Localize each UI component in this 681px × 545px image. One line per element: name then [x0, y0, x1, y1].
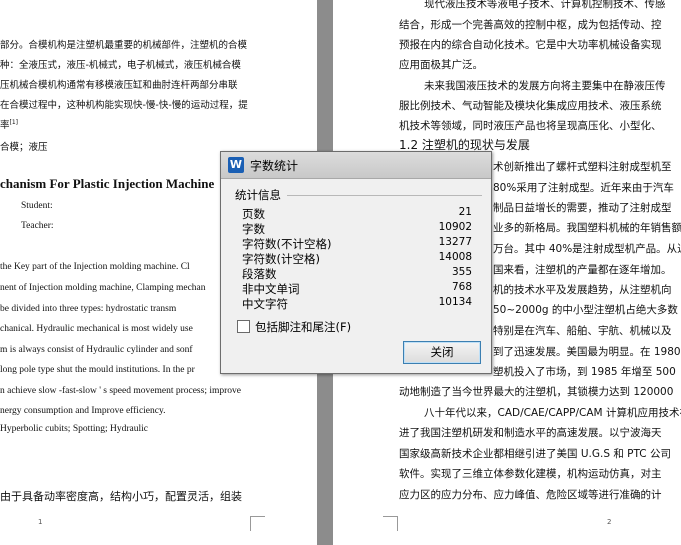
keywords-line: 合模；液压 — [0, 142, 48, 153]
include-footnotes-option[interactable]: 包括脚注和尾注(F) — [237, 319, 351, 335]
page-number: 2 — [607, 518, 612, 526]
stat-label: 非中文单词 — [242, 282, 300, 296]
abstract-line: n achieve slow -fast-slow ' s speed move… — [0, 386, 241, 396]
include-footnotes-checkbox[interactable] — [237, 320, 250, 333]
body-text-line: 应力区的应力分布、应力峰值、危险区域等进行准确的计 — [399, 489, 662, 501]
stat-value: 768 — [451, 281, 472, 293]
body-text-line: 50~2000g 的中小型注塑机占绝大多数 — [493, 304, 678, 316]
stat-label: 中文字符 — [242, 297, 288, 311]
stat-value: 21 — [458, 206, 472, 218]
body-text-line: 特别是在汽车、船舶、宇航、机械以及 — [493, 325, 672, 337]
stat-row-pages: 页数 21 — [242, 206, 472, 221]
wps-writer-icon: W — [228, 157, 244, 173]
stat-row-paragraphs: 段落数 355 — [242, 266, 472, 281]
page-number: 1 — [38, 518, 43, 526]
student-label: Student: — [21, 201, 53, 211]
body-text-line: 应用面极其广泛。 — [399, 59, 483, 71]
abstract-keywords: Hyperbolic cubits; Spotting; Hydraulic — [0, 424, 149, 434]
stat-value: 10134 — [438, 296, 472, 308]
stat-value: 13277 — [438, 236, 472, 248]
abstract-line: chanical. Hydraulic mechanical is most w… — [0, 324, 193, 334]
stat-row-chinese-chars: 中文字符 10134 — [242, 296, 472, 311]
teacher-label: Teacher: — [21, 221, 54, 231]
english-title: chanism For Plastic Injection Machine — [0, 176, 215, 191]
word-count-dialog: W 字数统计 统计信息 页数 21 字数 10902 字符数(不计空格) 132… — [220, 151, 492, 374]
body-text-line: 术创新推出了螺杆式塑料注射成型机至 — [493, 161, 672, 173]
body-text-line: 塑机投入了市场，到 1985 年增至 500 — [493, 366, 676, 378]
body-text-line: 动地制造了当今世界最大的注塑机，其锁模力达到 120000 — [399, 386, 674, 398]
group-divider — [287, 195, 482, 196]
dialog-title: 字数统计 — [250, 159, 299, 173]
include-footnotes-label[interactable]: 包括脚注和尾注(F) — [255, 320, 351, 334]
abstract-line: long pole type shut the mould institutio… — [0, 365, 195, 375]
body-text-line: 未来我国液压技术的发展方向将主要集中在静液压传 — [424, 80, 666, 92]
stat-value: 10902 — [438, 221, 472, 233]
abstract-line: the Key part of the Injection molding ma… — [0, 262, 190, 272]
abstract-line: nergy consumption and Improve efficiency… — [0, 406, 166, 416]
abstract-line: nent of Injection molding machine, Clamp… — [0, 283, 206, 293]
body-text-line: 到了迅速发展。美国最为明显。在 1980 年 — [493, 346, 681, 358]
stat-row-chars-no-spaces: 字符数(不计空格) 13277 — [242, 236, 472, 251]
stat-label: 字数 — [242, 222, 265, 236]
stat-label: 页数 — [242, 207, 265, 221]
body-text-line: 万台。其中 40%是注射成型机产品。从近 — [493, 243, 681, 255]
body-text-line: 机的技术水平及发展趋势，从注塑机向 — [493, 284, 672, 296]
stat-row-words: 字数 10902 — [242, 221, 472, 236]
body-text-line: 服比例技术、气动智能及模块化集成应用技术、液压系统 — [399, 100, 662, 112]
stat-value: 14008 — [438, 251, 472, 263]
body-text-line: 率[1] — [0, 118, 19, 131]
margin-corner-mark — [250, 516, 265, 531]
body-text-line: 种：全液压式，液压-机械式，电子机械式，液压机械合模 — [0, 60, 241, 71]
margin-corner-mark — [383, 516, 398, 531]
abstract-line: m is always consist of Hydraulic cylinde… — [0, 345, 193, 355]
body-text-line: 国家级高新技术企业都相继引进了美国 U.G.S 和 PTC 公司 — [399, 448, 671, 460]
body-text-line: 软件。实现了三维立体参数化建模，机构运动仿真，对主 — [399, 468, 662, 480]
body-text-line: 八十年代以来，CAD/CAE/CAPP/CAM 计算机应用技术在 — [424, 407, 681, 419]
stat-label: 段落数 — [242, 267, 277, 281]
body-text-line: 业多的新格局。我国塑料机械的年销售额 — [493, 222, 681, 234]
body-text-line: 现代液压技术等液电子技术、计算机控制技术、传感 — [424, 0, 666, 10]
body-text-line: 80%采用了注射成型。近年来由于汽车 — [493, 182, 674, 194]
body-text-line: 制品日益增长的需要，推动了注射成型 — [493, 202, 672, 214]
stat-row-non-chinese-words: 非中文单词 768 — [242, 281, 472, 296]
stat-value: 355 — [451, 266, 472, 278]
body-text-line: 结合，形成一个完善高效的控制中枢，成为包括传动、控 — [399, 19, 662, 31]
stat-label: 字符数(计空格) — [242, 252, 320, 266]
statistics-group-label: 统计信息 — [235, 188, 281, 202]
abstract-line: be divided into three types: hydrostatic… — [0, 304, 177, 314]
body-text-line: 国来看，注塑机的产量都在逐年增加。 — [493, 264, 672, 276]
body-text-line: 机技术等领域，同时液压产品也将呈现高压化、小型化、 — [399, 120, 662, 132]
body-text-line: 进了我国注塑机研发和制造水平的高速发展。以宁波海天 — [399, 427, 662, 439]
body-text-line: 在合模过程中，这种机构能实现快-慢-快-慢的运动过程，提 — [0, 100, 248, 111]
body-text-line: 预报在内的综合自动化技术。它是中大功率机械设备实现 — [399, 39, 662, 51]
close-button[interactable]: 关闭 — [403, 341, 481, 364]
stat-row-chars-with-spaces: 字符数(计空格) 14008 — [242, 251, 472, 266]
body-text-line: 由于具备动率密度高，结构小巧，配置灵活，组装 — [0, 490, 242, 503]
stat-label: 字符数(不计空格) — [242, 237, 332, 251]
citation: [1] — [9, 118, 19, 126]
dialog-titlebar[interactable]: W 字数统计 — [221, 152, 491, 179]
body-text-line: 压机械合模机构通常有移模液压缸和曲肘连杆两部分串联 — [0, 80, 238, 91]
body-text-line: 部分。合模机构是注塑机最重要的机械部件，注塑机的合模 — [0, 40, 248, 51]
